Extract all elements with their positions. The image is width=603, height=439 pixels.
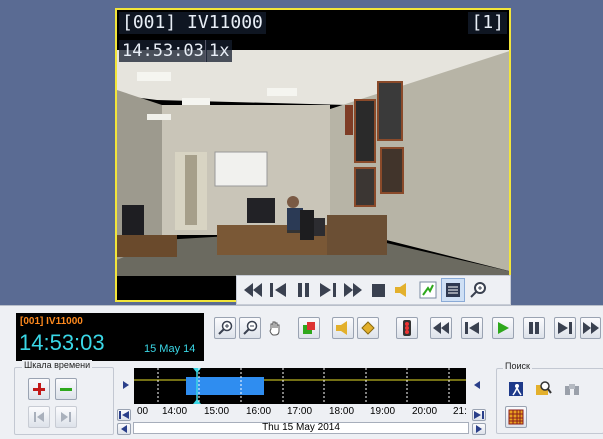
fast-forward-button[interactable] — [341, 278, 365, 302]
plus-icon — [33, 383, 45, 395]
camera-number: [1] — [468, 12, 507, 34]
chevron-left-icon — [121, 425, 127, 433]
rewind-button-panel[interactable] — [430, 317, 452, 339]
go-start-button[interactable] — [28, 406, 50, 428]
traffic-light-icon — [403, 320, 411, 336]
time-display: [001] IV11000 14:53:03 15 May 14 — [16, 313, 204, 361]
zoom-out-icon — [243, 320, 258, 335]
fast-forward-icon — [344, 283, 362, 297]
step-forward-button[interactable] — [316, 278, 340, 302]
zoom-icon — [470, 282, 486, 298]
minus-icon — [60, 388, 72, 391]
sound-toggle-button[interactable] — [332, 317, 354, 339]
tick-label: 19:00 — [370, 406, 396, 417]
skip-back-icon — [119, 411, 129, 419]
timeline-scroll-start-button[interactable] — [117, 409, 131, 421]
tick-label: 21: — [453, 406, 467, 417]
sound-icon — [336, 321, 347, 335]
grid-icon — [508, 409, 524, 425]
rewind-icon — [433, 322, 449, 334]
stop-button[interactable] — [366, 278, 390, 302]
timeline-track[interactable] — [134, 368, 466, 404]
sound-icon — [395, 283, 406, 297]
step-back-icon — [465, 322, 479, 334]
overlay-time: 14:53:03 — [119, 40, 207, 62]
pause-button-panel[interactable] — [523, 317, 545, 339]
timeline-left-marker-icon — [123, 381, 129, 389]
tick-label: 20:00 — [412, 406, 438, 417]
rewind-button[interactable] — [241, 278, 265, 302]
motion-detect-icon — [419, 281, 437, 299]
zoom-out-button[interactable] — [239, 317, 261, 339]
list-button[interactable] — [441, 278, 465, 302]
tick-label: 16:00 — [246, 406, 272, 417]
timescale-label: Шкала времени — [22, 360, 93, 370]
zoom-in-button[interactable] — [214, 317, 236, 339]
fast-forward-button-panel[interactable] — [580, 317, 601, 339]
list-icon — [446, 283, 460, 297]
display-date: 15 May 14 — [144, 343, 196, 355]
tick-label: 14:00 — [162, 406, 188, 417]
step-forward-icon — [558, 322, 572, 334]
pan-button[interactable] — [264, 317, 286, 339]
binoculars-icon — [565, 384, 579, 395]
export-icon — [303, 322, 315, 334]
pause-button[interactable] — [291, 278, 315, 302]
step-forward-icon — [320, 283, 336, 297]
skip-back-icon — [34, 412, 44, 422]
video-viewport[interactable]: [001] IV11000 [1] 14:53:03 1x — [115, 8, 511, 302]
camera-title: [001] IV11000 — [119, 12, 266, 34]
person-search-icon — [509, 382, 523, 396]
motion-detect-button[interactable] — [416, 278, 440, 302]
play-icon — [498, 322, 509, 334]
tick-label: 18:00 — [329, 406, 355, 417]
zoom-in-icon — [218, 320, 233, 335]
timeline-scroll-end-button[interactable] — [472, 409, 486, 421]
scale-plus-button[interactable] — [28, 378, 50, 400]
step-forward-button-panel[interactable] — [554, 317, 576, 339]
tick-label: 17:00 — [287, 406, 313, 417]
step-back-icon — [270, 283, 286, 297]
skip-forward-icon — [474, 411, 484, 419]
control-panel: [001] IV11000 14:53:03 15 May 14 Шкала в… — [0, 305, 603, 439]
date-scrollbar[interactable]: Thu 15 May 2014 — [133, 422, 469, 434]
search-grid-button[interactable] — [505, 406, 527, 428]
date-scroll-right-button[interactable] — [472, 423, 486, 435]
skip-forward-icon — [61, 412, 71, 422]
search-label: Поиск — [503, 361, 532, 371]
go-end-button[interactable] — [55, 406, 77, 428]
record-button[interactable] — [396, 317, 418, 339]
zoom-button[interactable] — [466, 278, 490, 302]
video-toolbar — [236, 275, 511, 305]
chevron-right-icon — [476, 425, 482, 433]
overlay-speed: 1x — [205, 40, 233, 62]
pause-icon — [529, 322, 539, 334]
timeline-right-marker-icon — [474, 381, 480, 389]
pause-icon — [298, 283, 309, 297]
object-search-icon — [536, 381, 552, 395]
effects-icon — [361, 321, 375, 335]
rewind-icon — [244, 283, 262, 297]
step-back-button[interactable] — [266, 278, 290, 302]
step-back-button-panel[interactable] — [461, 317, 483, 339]
date-scroll-left-button[interactable] — [117, 423, 131, 435]
search-object-button[interactable] — [532, 378, 554, 400]
timeline-graphic — [134, 368, 466, 404]
display-camera-name: [001] IV11000 — [20, 316, 83, 327]
tick-label: 15:00 — [204, 406, 230, 417]
fast-forward-icon — [582, 322, 599, 334]
scale-minus-button[interactable] — [55, 378, 77, 400]
effects-button[interactable] — [357, 317, 379, 339]
display-time: 14:53:03 — [19, 330, 105, 355]
search-motion-button[interactable] — [505, 378, 527, 400]
hand-icon — [269, 321, 280, 336]
play-button[interactable] — [492, 317, 514, 339]
sound-button[interactable] — [391, 278, 415, 302]
stop-icon — [371, 283, 385, 297]
tick-label: 00 — [137, 406, 149, 417]
search-binoculars-button[interactable] — [561, 378, 583, 400]
export-button[interactable] — [298, 317, 320, 339]
